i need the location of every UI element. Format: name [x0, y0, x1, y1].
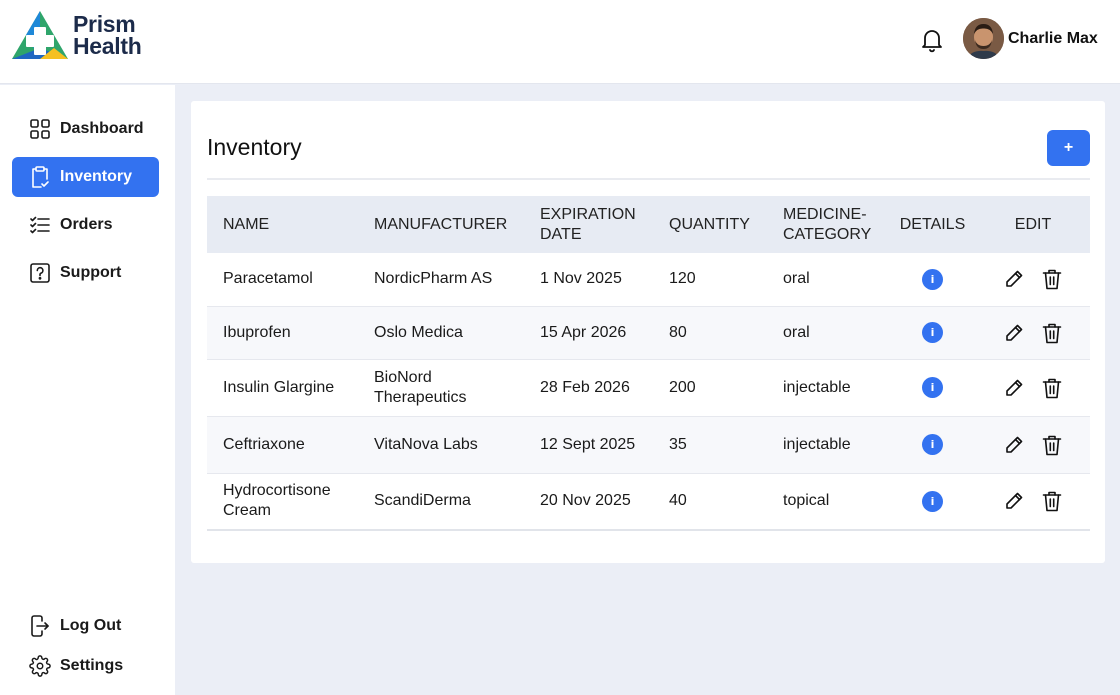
- grid-icon: [29, 118, 51, 140]
- quantity-cell: 80: [653, 306, 767, 360]
- bell-icon[interactable]: [920, 27, 944, 53]
- logout-icon: [29, 615, 51, 637]
- medicine-name-cell: Ceftriaxone: [207, 416, 358, 474]
- table-row[interactable]: Hydrocortisone Cream ScandiDerma 20 Nov 20…: [207, 473, 1090, 531]
- top-header: Prism Health Charlie Max: [0, 0, 1120, 84]
- page-title: Inventory: [207, 134, 302, 160]
- category-cell: injectable: [767, 359, 889, 417]
- column-header-edit: EDIT: [1014, 215, 1052, 233]
- list-check-icon: [29, 214, 51, 236]
- category-cell: injectable: [767, 416, 889, 474]
- expiration-cell: 15 Apr 2026: [524, 306, 653, 360]
- avatar[interactable]: [963, 18, 1004, 59]
- edit-cell: [976, 473, 1090, 531]
- pencil-icon[interactable]: [1004, 491, 1024, 511]
- column-header-manufacturer[interactable]: MANUFACTURER: [358, 196, 524, 253]
- manufacturer-cell: ScandiDerma: [358, 473, 524, 531]
- pencil-icon[interactable]: [1004, 323, 1024, 343]
- table-header-row: NAME MANUFACTURER EXPIRATION DATE QUANTI…: [207, 196, 1090, 253]
- manufacturer-cell: VitaNova Labs: [358, 416, 524, 474]
- edit-cell: [976, 416, 1090, 474]
- edit-cell: [976, 253, 1090, 307]
- question-icon: [29, 262, 51, 284]
- sidebar-item-label: Support: [60, 264, 122, 281]
- column-header-quantity[interactable]: QUANTITY: [653, 196, 767, 253]
- expiration-cell: 12 Sept 2025: [524, 416, 653, 474]
- brand-line1: Prism: [73, 11, 136, 37]
- settings-button[interactable]: Settings: [12, 646, 159, 686]
- medicine-name-cell: Insulin Glargine: [207, 359, 358, 417]
- divider: [207, 178, 1090, 180]
- sidebar-item-orders[interactable]: Orders: [12, 205, 159, 245]
- trash-icon[interactable]: [1042, 434, 1062, 456]
- column-header-name[interactable]: NAME: [207, 196, 358, 253]
- quantity-cell: 40: [653, 473, 767, 531]
- table-row[interactable]: Insulin Glargine BioNord Therapeutics 28 F…: [207, 359, 1090, 417]
- column-header-category[interactable]: MEDICINE-CATEGORY: [767, 196, 889, 253]
- column-header-expiration[interactable]: EXPIRATION DATE: [524, 196, 653, 253]
- category-cell: oral: [767, 253, 889, 307]
- details-cell: i: [889, 306, 976, 360]
- details-cell: i: [889, 416, 976, 474]
- sidebar-item-label: Settings: [60, 657, 124, 674]
- medicine-name-cell: Ibuprofen: [207, 306, 358, 360]
- manufacturer-cell: NordicPharm AS: [358, 253, 524, 307]
- medicine-name-cell: Hydrocortisone Cream: [207, 473, 358, 531]
- info-icon[interactable]: i: [922, 268, 943, 290]
- trash-icon[interactable]: [1042, 322, 1062, 344]
- edit-cell: [976, 306, 1090, 360]
- brand-logo[interactable]: Prism Health: [11, 10, 142, 60]
- add-item-button[interactable]: +: [1047, 130, 1090, 166]
- logout-button[interactable]: Log Out: [12, 606, 159, 646]
- sidebar-item-inventory[interactable]: Inventory: [12, 157, 159, 197]
- table-row[interactable]: Ibuprofen Oslo Medica 15 Apr 2026 80 oral i: [207, 306, 1090, 360]
- edit-cell: [976, 359, 1090, 417]
- table-row[interactable]: Paracetamol NordicPharm AS 1 Nov 2025 120 or…: [207, 253, 1090, 307]
- details-cell: i: [889, 253, 976, 307]
- pencil-icon[interactable]: [1004, 269, 1024, 289]
- category-cell: topical: [767, 473, 889, 531]
- details-cell: i: [889, 473, 976, 531]
- trash-icon[interactable]: [1042, 268, 1062, 290]
- column-header-details: DETAILS: [899, 215, 966, 233]
- gear-icon: [29, 655, 51, 677]
- manufacturer-cell: BioNord Therapeutics: [358, 359, 524, 417]
- prism-logo-icon: [12, 11, 68, 59]
- user-photo-icon: [963, 18, 1004, 59]
- brand-name: Prism Health: [73, 11, 142, 59]
- quantity-cell: 120: [653, 253, 767, 307]
- sidebar-item-label: Inventory: [60, 168, 133, 185]
- quantity-cell: 200: [653, 359, 767, 417]
- pencil-icon[interactable]: [1004, 435, 1024, 455]
- trash-icon[interactable]: [1042, 377, 1062, 399]
- manufacturer-cell: Oslo Medica: [358, 306, 524, 360]
- inventory-card: Inventory + NAME MANUFACTURER EXPIRATION…: [191, 101, 1105, 563]
- table-row[interactable]: Ceftriaxone VitaNova Labs 12 Sept 2025 35 in…: [207, 416, 1090, 474]
- trash-icon[interactable]: [1042, 490, 1062, 512]
- sidebar-item-label: Orders: [60, 216, 113, 233]
- info-icon[interactable]: i: [922, 490, 943, 512]
- user-name[interactable]: Charlie Max: [1008, 30, 1098, 48]
- quantity-cell: 35: [653, 416, 767, 474]
- sidebar-item-label: Log Out: [60, 617, 122, 634]
- info-icon[interactable]: i: [922, 377, 943, 398]
- category-cell: oral: [767, 306, 889, 360]
- pencil-icon[interactable]: [1004, 378, 1024, 398]
- expiration-cell: 20 Nov 2025: [524, 473, 653, 531]
- sidebar-item-support[interactable]: Support: [12, 253, 159, 293]
- brand-line2: Health: [73, 33, 142, 59]
- info-icon[interactable]: i: [922, 322, 943, 343]
- sidebar-item-label: Dashboard: [60, 120, 144, 137]
- sidebar: Dashboard Inventory Orders Support Log O…: [0, 85, 175, 695]
- info-icon[interactable]: i: [922, 434, 943, 455]
- expiration-cell: 28 Feb 2026: [524, 359, 653, 417]
- inventory-table: NAME MANUFACTURER EXPIRATION DATE QUANTI…: [207, 196, 1090, 531]
- expiration-cell: 1 Nov 2025: [524, 253, 653, 307]
- details-cell: i: [889, 359, 976, 417]
- sidebar-item-dashboard[interactable]: Dashboard: [12, 109, 159, 149]
- medicine-name-cell: Paracetamol: [207, 253, 358, 307]
- clipboard-check-icon: [29, 166, 51, 188]
